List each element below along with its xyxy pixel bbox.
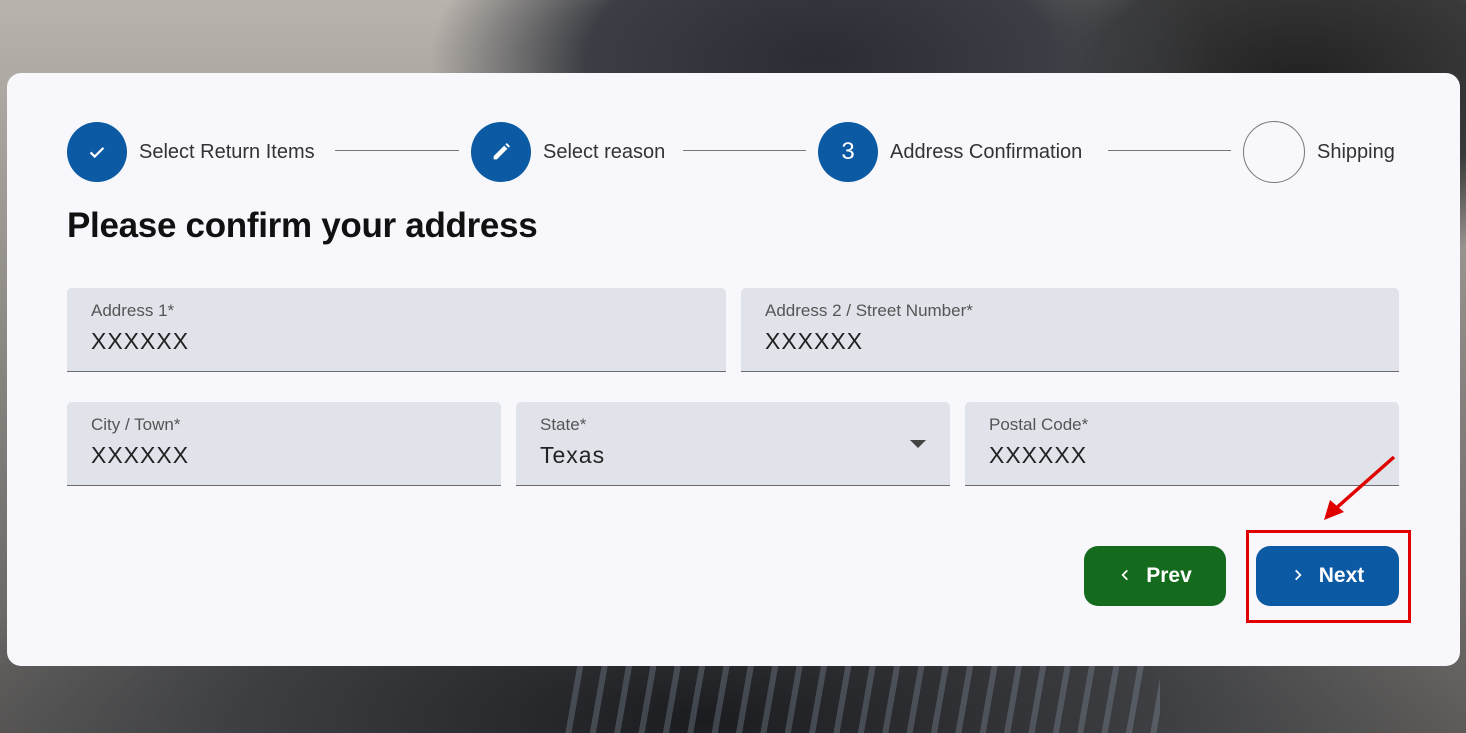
annotation-arrow-icon <box>1324 455 1396 520</box>
step-connector <box>335 150 459 151</box>
address2-field[interactable]: Address 2 / Street Number* <box>741 288 1399 372</box>
step-number-badge: 3 <box>818 122 878 182</box>
step-shipping: Shipping <box>1243 121 1395 183</box>
state-selected-value: Texas <box>540 442 606 468</box>
prev-button-label: Prev <box>1146 564 1192 587</box>
return-form-card: Select Return Items Select reason 3 Addr… <box>7 73 1460 666</box>
postal-code-input[interactable] <box>989 442 1363 469</box>
caret-down-icon[interactable] <box>910 440 926 448</box>
prev-button[interactable]: Prev <box>1084 546 1226 606</box>
page-title: Please confirm your address <box>67 206 538 245</box>
address1-input[interactable] <box>91 328 690 355</box>
address1-field[interactable]: Address 1* <box>67 288 726 372</box>
city-label: City / Town* <box>91 415 181 434</box>
state-select[interactable]: State* Texas <box>516 402 950 486</box>
step-label: Shipping <box>1317 140 1395 163</box>
address2-label: Address 2 / Street Number* <box>765 301 973 320</box>
address1-label: Address 1* <box>91 301 175 320</box>
address2-input[interactable] <box>765 328 1363 355</box>
check-icon <box>67 122 127 182</box>
step-select-reason: Select reason <box>471 121 665 183</box>
step-connector <box>683 150 806 151</box>
next-button-highlight-box <box>1246 530 1411 623</box>
city-field[interactable]: City / Town* <box>67 402 501 486</box>
pencil-icon <box>471 122 531 182</box>
step-label: Select Return Items <box>139 140 315 163</box>
step-label: Address Confirmation <box>890 140 1083 163</box>
chevron-left-icon <box>1118 566 1132 587</box>
step-empty-circle <box>1243 121 1305 183</box>
step-label: Select reason <box>543 140 666 163</box>
background-shoe-detail <box>560 660 1160 733</box>
step-select-return-items: Select Return Items <box>67 121 315 183</box>
postal-code-label: Postal Code* <box>989 415 1089 434</box>
city-input[interactable] <box>91 442 465 469</box>
step-address-confirmation: 3 Address Confirmation <box>818 121 1082 183</box>
state-label: State* <box>540 415 587 434</box>
step-connector <box>1108 150 1231 151</box>
